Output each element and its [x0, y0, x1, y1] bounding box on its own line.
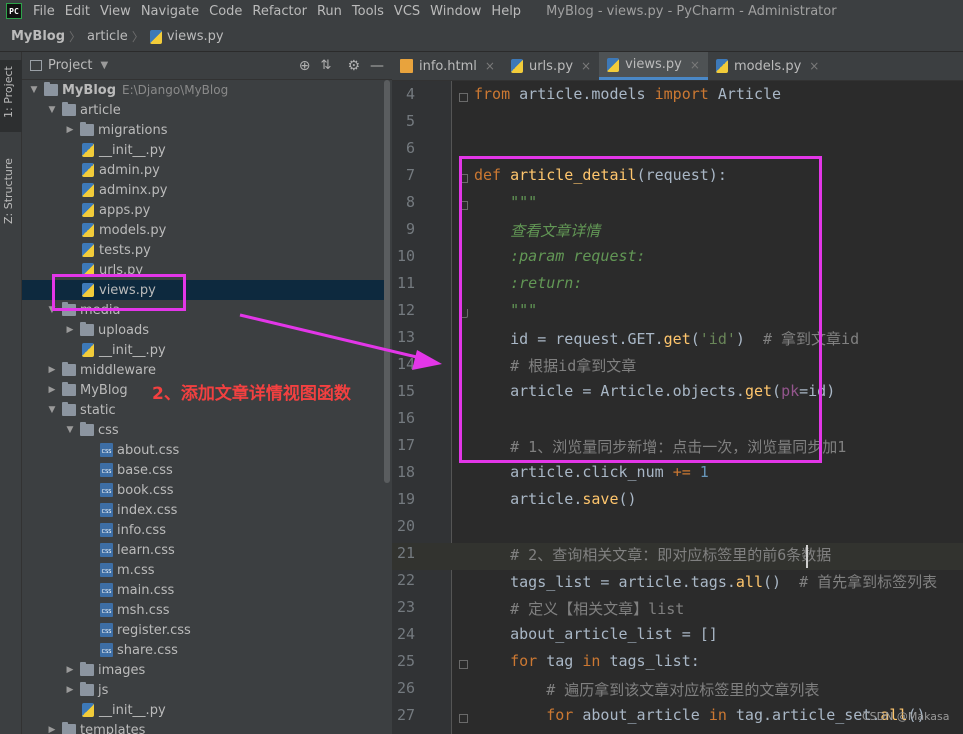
- watermark: CSDN @Makasa: [862, 710, 950, 723]
- annotation-text: 2、添加文章详情视图函数: [152, 384, 351, 404]
- annotation-arrow: [239, 313, 442, 370]
